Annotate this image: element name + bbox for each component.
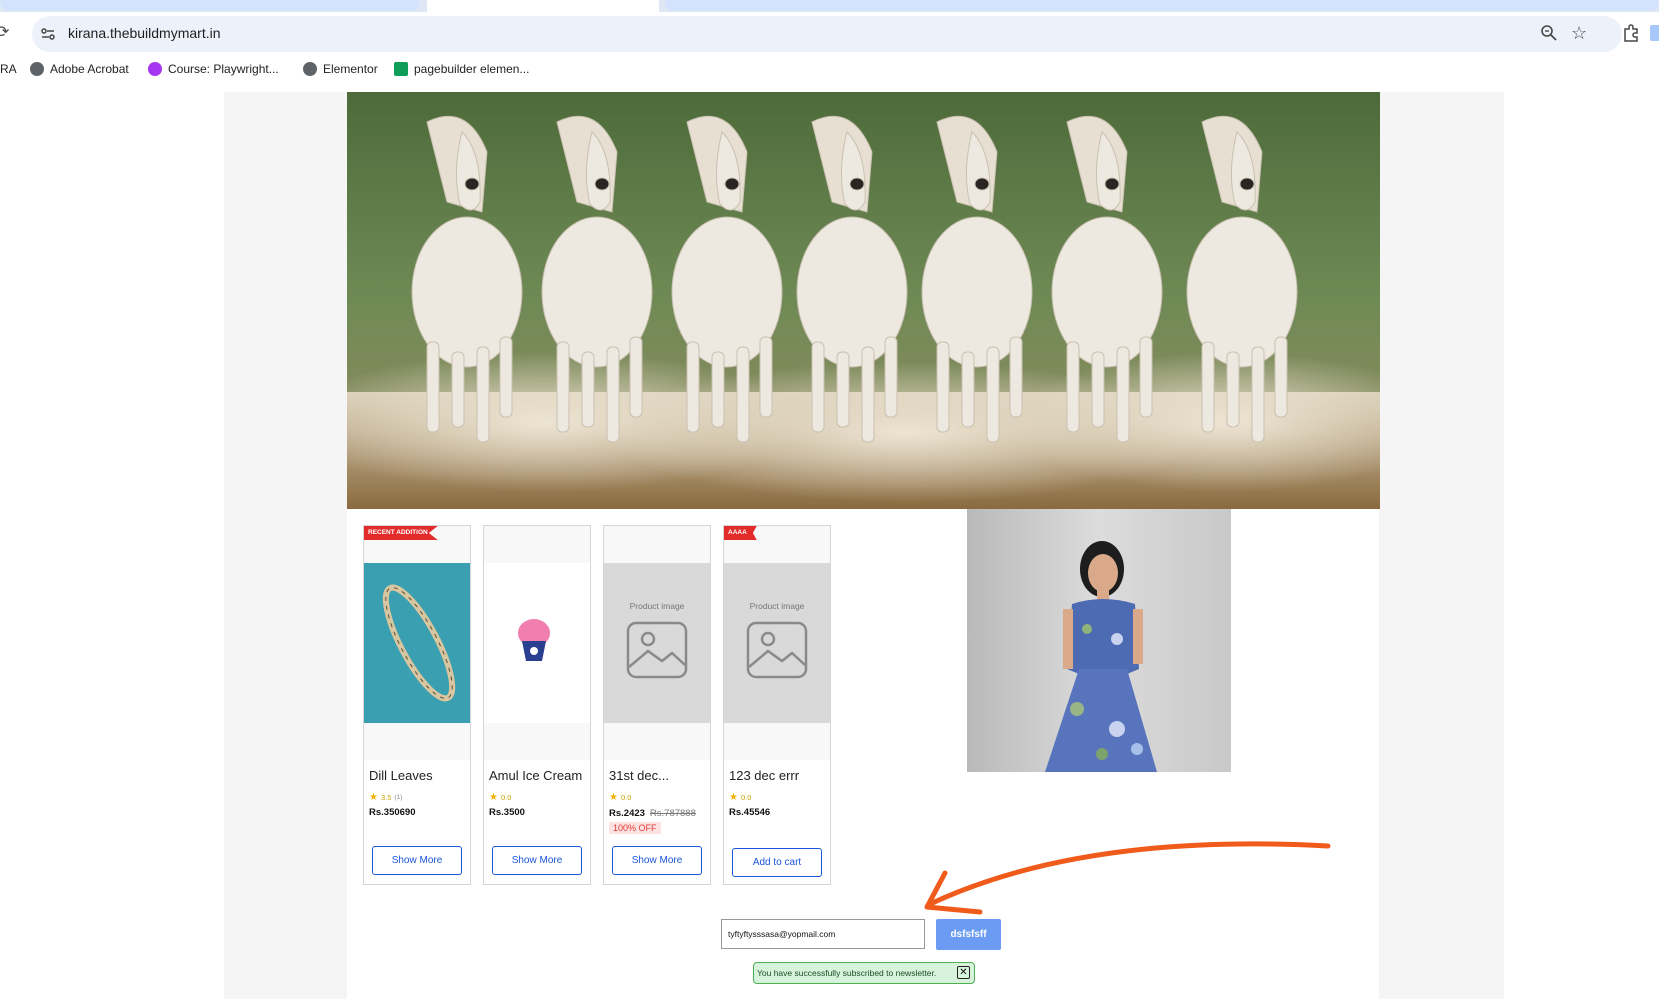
star-icon: ★	[369, 792, 378, 803]
product-image-area: Product image	[724, 526, 830, 760]
price-value: Rs.3500	[489, 807, 525, 818]
product-image[interactable]	[364, 563, 470, 723]
bookmark-item[interactable]: Adobe Acrobat	[30, 62, 129, 76]
rating-count: (1)	[394, 794, 403, 801]
browser-tab[interactable]	[665, 0, 1659, 11]
bookmark-label: Course: Playwright...	[168, 62, 279, 76]
product-image[interactable]	[484, 563, 590, 723]
product-card[interactable]: RECENT ADDITION Dill Leaves ★ 3.5 (1) Rs…	[363, 525, 471, 885]
product-ribbon: AAAA	[724, 526, 757, 540]
rating-value: 3.5	[380, 793, 392, 802]
product-price: Rs.3500	[489, 807, 525, 818]
rating-value: 0.0	[500, 793, 512, 802]
product-rating: ★ 0.0	[609, 792, 631, 803]
product-card[interactable]: Product image AAAA 123 dec errr ★ 0.0 Rs…	[723, 525, 831, 885]
bookmark-label: Adobe Acrobat	[50, 62, 129, 76]
bookmark-item[interactable]: Elementor	[303, 62, 378, 76]
product-name[interactable]: 31st dec...	[609, 768, 669, 783]
product-rating: ★ 0.0	[489, 792, 511, 803]
discount-badge: 100% OFF	[609, 822, 661, 834]
product-rating: ★ 3.5 (1)	[369, 792, 402, 803]
bookmark-label: pagebuilder elemen...	[414, 62, 530, 76]
side-panel-icon[interactable]	[1650, 25, 1659, 41]
image-placeholder-icon	[626, 621, 688, 679]
image-placeholder-icon	[746, 621, 808, 679]
bookmark-star-icon[interactable]: ☆	[1571, 23, 1587, 44]
star-icon: ★	[609, 792, 618, 803]
reload-icon[interactable]: ⟳	[0, 22, 9, 42]
browser-tab[interactable]	[0, 0, 420, 11]
zoom-icon[interactable]	[1540, 24, 1558, 42]
placeholder-text: Product image	[629, 601, 685, 611]
close-icon[interactable]: ✕	[957, 966, 970, 979]
newsletter-subscribe-button[interactable]: dsfsfsff	[936, 919, 1001, 950]
placeholder-text: Product image	[749, 601, 805, 611]
add-to-cart-button[interactable]: Add to cart	[732, 848, 822, 877]
product-name[interactable]: 123 dec errr	[729, 768, 799, 783]
product-image-area: Product image	[604, 526, 710, 760]
product-image-placeholder[interactable]: Product image	[724, 563, 830, 723]
product-image-area	[484, 526, 590, 760]
product-card[interactable]: Product image 31st dec... ★ 0.0 Rs.2423 R…	[603, 525, 711, 885]
star-icon: ★	[489, 792, 498, 803]
bookmark-item[interactable]: Course: Playwright...	[148, 62, 279, 76]
address-bar[interactable]	[32, 16, 1622, 52]
product-name[interactable]: Dill Leaves	[369, 768, 433, 783]
product-price: Rs.2423 Rs.787888	[609, 808, 696, 819]
bookmark-label: Elementor	[323, 62, 378, 76]
bookmark-label: RA	[0, 62, 17, 76]
site-info-icon[interactable]	[40, 26, 56, 42]
bookmark-item[interactable]: RA	[0, 62, 17, 76]
star-icon: ★	[729, 792, 738, 803]
extensions-icon[interactable]	[1622, 24, 1640, 42]
product-price: Rs.45546	[729, 807, 770, 818]
old-price: Rs.787888	[649, 808, 696, 819]
price-value: Rs.2423	[609, 808, 645, 819]
price-value: Rs.45546	[729, 807, 771, 818]
price-value: Rs.350690	[369, 807, 416, 818]
subscribe-success-toast: You have successfully subscribed to news…	[753, 962, 975, 984]
hero-banner-image[interactable]	[347, 92, 1380, 509]
show-more-button[interactable]: Show More	[492, 846, 582, 875]
product-rating: ★ 0.0	[729, 792, 751, 803]
rating-value: 0.0	[740, 793, 752, 802]
rating-value: 0.0	[620, 793, 632, 802]
product-image-placeholder[interactable]: Product image	[604, 563, 710, 723]
url-text[interactable]: kirana.thebuildmymart.in	[68, 25, 221, 41]
product-card[interactable]: Amul Ice Cream ★ 0.0 Rs.3500 Show More	[483, 525, 591, 885]
newsletter-email-input[interactable]: tyftyftysssasa@yopmail.com	[721, 919, 925, 949]
udemy-icon	[148, 62, 162, 76]
tab-strip	[0, 0, 1659, 12]
toast-message: You have successfully subscribed to news…	[757, 968, 937, 978]
show-more-button[interactable]: Show More	[372, 846, 462, 875]
show-more-button[interactable]: Show More	[612, 846, 702, 875]
product-name[interactable]: Amul Ice Cream	[489, 768, 582, 783]
globe-icon	[30, 62, 44, 76]
bookmark-item[interactable]: pagebuilder elemen...	[394, 62, 529, 76]
product-image-area	[364, 526, 470, 760]
globe-icon	[303, 62, 317, 76]
product-price: Rs.350690	[369, 807, 415, 818]
sheets-icon	[394, 62, 408, 76]
product-ribbon: RECENT ADDITION	[364, 526, 438, 540]
promo-model-image[interactable]	[967, 509, 1231, 772]
